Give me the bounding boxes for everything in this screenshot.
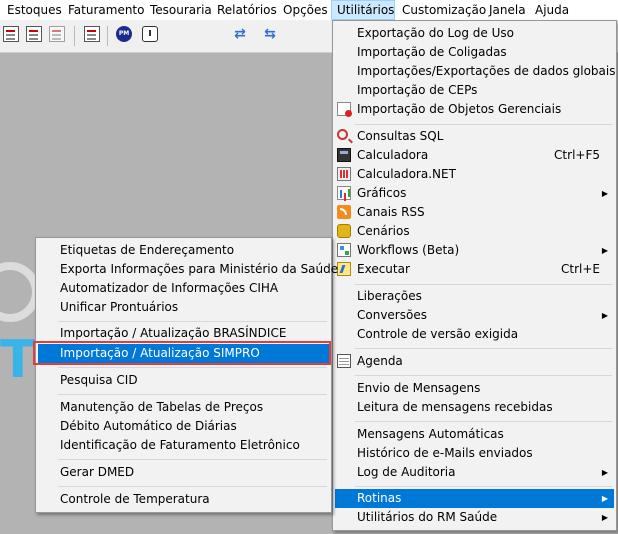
menu-item-historico-emails[interactable]: Histórico de e-Mails enviados <box>335 444 614 463</box>
menu-bar: Estoques Faturamento Tesouraria Relatóri… <box>0 0 618 21</box>
cubes-icon <box>337 224 351 238</box>
calculator-net-icon <box>337 167 351 181</box>
menu-item-workflows[interactable]: Workflows (Beta) ▶ <box>335 241 614 260</box>
menu-item-agenda[interactable]: Agenda <box>335 352 614 371</box>
clock-icon[interactable] <box>142 26 158 42</box>
menu-item-importacoes-exportacoes-globais[interactable]: Importações/Exportações de dados globais <box>335 62 615 81</box>
menu-item-importacao-objetos-gerenciais[interactable]: Importação de Objetos Gerenciais <box>335 100 614 119</box>
toolbar-separator <box>74 26 75 46</box>
menu-separator <box>58 394 327 395</box>
menu-estoques[interactable]: Estoques <box>2 0 67 20</box>
magnifier-icon <box>337 129 348 140</box>
submenu-item-etiquetas[interactable]: Etiquetas de Endereçamento <box>38 241 329 260</box>
swap-left-icon[interactable]: ⇄ <box>232 26 248 42</box>
menu-customizacao[interactable]: Customização <box>397 0 491 20</box>
menu-item-calculadora-net[interactable]: Calculadora.NET <box>335 165 614 184</box>
rotinas-submenu: Etiquetas de Endereçamento Exporta Infor… <box>35 237 338 513</box>
submenu-arrow-icon: ▶ <box>601 246 608 255</box>
menu-item-canais-rss[interactable]: Canais RSS <box>335 203 614 222</box>
submenu-item-brasindice[interactable]: Importação / Atualização BRASÍNDICE <box>38 324 329 343</box>
background-logo-ring <box>0 262 40 322</box>
submenu-item-pesquisa-cid[interactable]: Pesquisa CID <box>38 371 329 390</box>
menu-item-calculadora[interactable]: Calculadora Ctrl+F5 <box>335 146 614 165</box>
menu-item-importacao-coligadas[interactable]: Importação de Coligadas <box>335 43 614 62</box>
copy-icon[interactable] <box>49 26 65 42</box>
submenu-arrow-icon: ▶ <box>601 189 608 198</box>
submenu-arrow-icon: ▶ <box>601 494 608 503</box>
menu-separator <box>58 459 327 460</box>
objects-icon <box>337 102 352 117</box>
submenu-arrow-icon: ▶ <box>601 513 608 522</box>
swap-right-icon[interactable]: ⇆ <box>262 26 278 42</box>
submenu-item-unificar-prontuarios[interactable]: Unificar Prontuários <box>38 298 329 317</box>
documents-icon[interactable] <box>26 26 42 42</box>
menu-separator <box>355 375 612 376</box>
menu-item-utilitarios-rm-saude[interactable]: Utilitários do RM Saúde ▶ <box>335 508 614 527</box>
menu-item-liberacoes[interactable]: Liberações <box>335 287 614 306</box>
workflow-icon <box>337 243 351 257</box>
submenu-item-faturamento-eletronico[interactable]: Identificação de Faturamento Eletrônico <box>38 436 329 455</box>
menu-item-consultas-sql[interactable]: Consultas SQL <box>335 127 614 146</box>
menu-separator <box>58 367 327 368</box>
menu-item-executar[interactable]: Executar Ctrl+E <box>335 260 614 279</box>
document-icon[interactable] <box>3 26 19 42</box>
toolbar-separator <box>107 26 108 46</box>
calculator-icon <box>337 148 351 162</box>
menu-tesouraria[interactable]: Tesouraria <box>145 0 217 20</box>
menu-separator <box>355 124 612 125</box>
submenu-item-simpro[interactable]: Importação / Atualização SIMPRO <box>38 344 329 363</box>
submenu-item-exporta-ministerio[interactable]: Exporta Informações para Ministério da S… <box>38 260 338 279</box>
menu-separator <box>355 284 612 285</box>
menu-item-log-auditoria[interactable]: Log de Auditoria ▶ <box>335 463 614 482</box>
menu-separator <box>58 321 327 322</box>
submenu-item-debito-diarias[interactable]: Débito Automático de Diárias <box>38 417 329 436</box>
pm-icon[interactable]: PM <box>116 26 132 42</box>
submenu-arrow-icon: ▶ <box>601 468 608 477</box>
menu-item-mensagens-automaticas[interactable]: Mensagens Automáticas <box>335 425 614 444</box>
rss-icon <box>337 205 351 219</box>
menu-utilitarios[interactable]: Utilitários <box>331 0 395 20</box>
menu-item-rotinas[interactable]: Rotinas ▶ <box>335 489 614 508</box>
menu-opcoes[interactable]: Opções <box>278 0 333 20</box>
submenu-item-automatizador-ciha[interactable]: Automatizador de Informações CIHA <box>38 279 329 298</box>
menu-separator <box>355 421 612 422</box>
menu-separator <box>355 486 612 487</box>
menu-separator <box>355 348 612 349</box>
submenu-item-controle-temperatura[interactable]: Controle de Temperatura <box>38 490 329 509</box>
menu-item-leitura-mensagens[interactable]: Leitura de mensagens recebidas <box>335 398 614 417</box>
menu-janela[interactable]: Janela <box>484 0 531 20</box>
menu-item-conversoes[interactable]: Conversões ▶ <box>335 306 614 325</box>
utilitarios-dropdown: Exportação do Log de Uso Importação de C… <box>332 20 617 531</box>
menu-ajuda[interactable]: Ajuda <box>530 0 574 20</box>
menu-relatorios[interactable]: Relatórios <box>212 0 282 20</box>
chart-icon <box>337 186 351 200</box>
menu-item-importacao-ceps[interactable]: Importação de CEPs <box>335 81 614 100</box>
agenda-icon <box>337 354 351 368</box>
submenu-item-tabelas-precos[interactable]: Manutenção de Tabelas de Preços <box>38 398 329 417</box>
submenu-item-gerar-dmed[interactable]: Gerar DMED <box>38 463 329 482</box>
monitor-icon[interactable] <box>84 26 100 42</box>
menu-item-exportacao-log-uso[interactable]: Exportação do Log de Uso <box>335 24 614 43</box>
menu-item-envio-mensagens[interactable]: Envio de Mensagens <box>335 379 614 398</box>
menu-separator <box>58 486 327 487</box>
run-icon <box>337 262 351 276</box>
menu-faturamento[interactable]: Faturamento <box>63 0 149 20</box>
submenu-arrow-icon: ▶ <box>601 311 608 320</box>
menu-item-graficos[interactable]: Gráficos ▶ <box>335 184 614 203</box>
menu-item-controle-versao[interactable]: Controle de versão exigida <box>335 325 614 344</box>
menu-item-cenarios[interactable]: Cenários <box>335 222 614 241</box>
